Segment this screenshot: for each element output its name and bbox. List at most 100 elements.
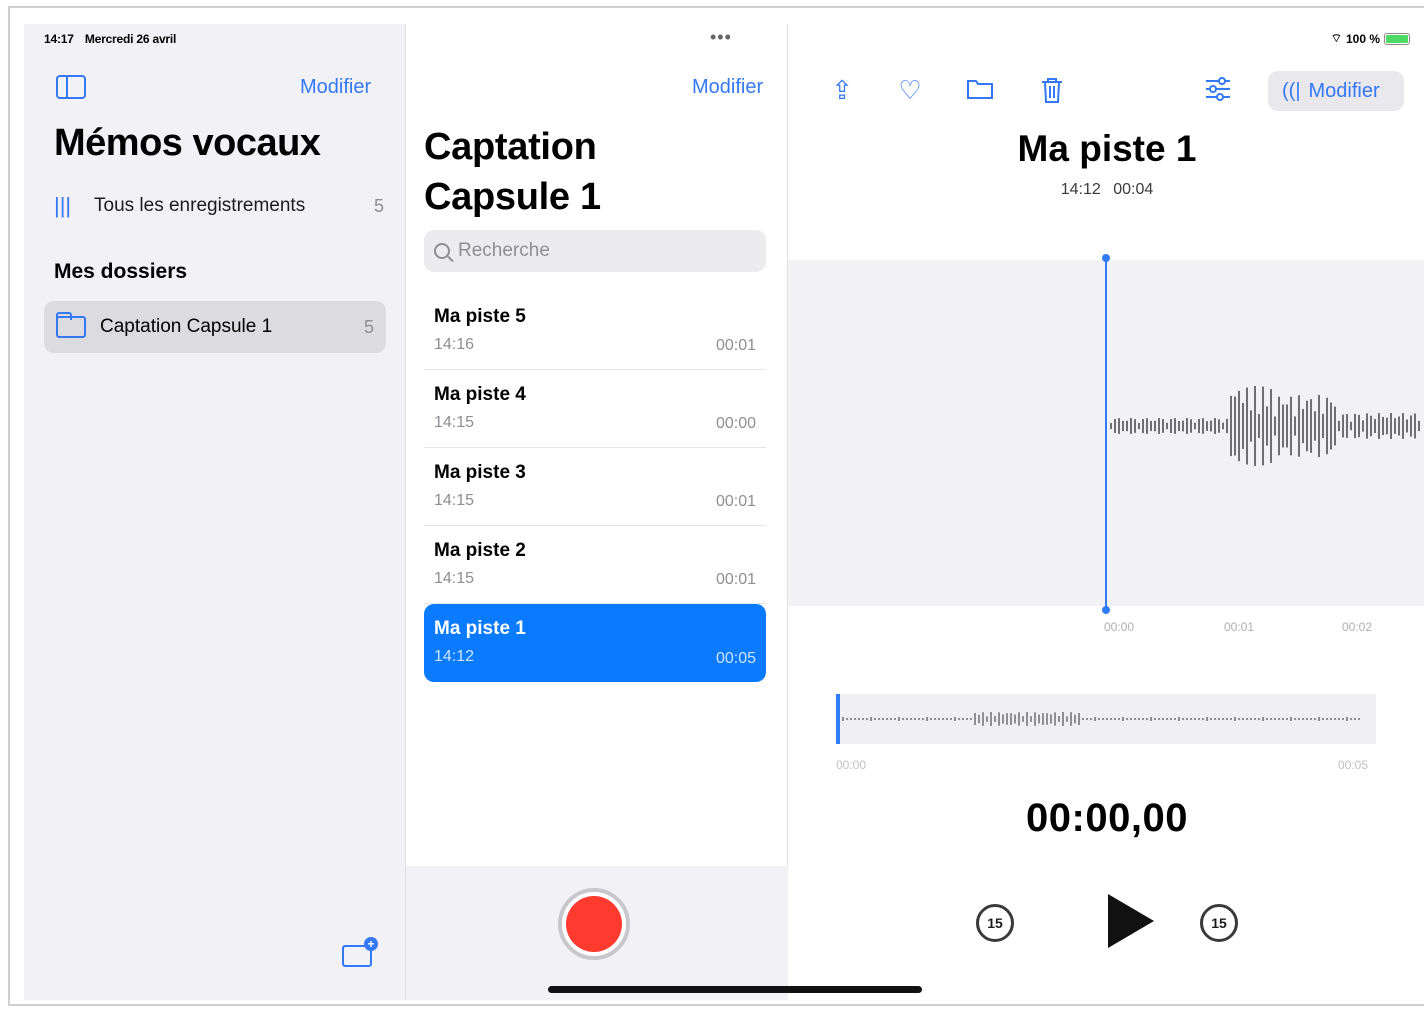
recording-name: Ma piste 5 [434,306,526,327]
overview-bar [986,716,988,722]
overview-bar [1202,718,1204,720]
overview-bar [1166,718,1168,720]
overview-bar [1094,717,1096,721]
record-button[interactable] [558,888,630,960]
overview-bar [862,718,864,720]
overview-bar [1286,718,1288,720]
overview-bar [1134,718,1136,720]
list-item-selected[interactable]: Ma piste 1 14:12 00:05 [424,604,766,682]
list-edit-button[interactable]: Modifier [692,76,763,99]
overview-bar [850,718,852,720]
search-input[interactable]: Recherche [424,230,766,272]
track-time: 14:12 [1060,181,1101,198]
waveform-bar [1174,418,1176,434]
overview-bar [1322,718,1324,720]
overview-bar [854,718,856,720]
new-folder-icon[interactable] [342,937,378,967]
sidebar-edit-button[interactable]: Modifier [300,76,371,99]
overview-bar [1266,718,1268,720]
overview-bar [870,717,872,721]
overview-bar [1102,718,1104,720]
playhead-top-handle [1102,254,1110,262]
overview-bar [1026,712,1028,726]
sidebar: Modifier Mémos vocaux ||| Tous les enreg… [24,24,406,1000]
overview-bar [906,718,908,720]
status-date: Mercredi 26 avril [84,32,177,46]
detail-edit-label: Modifier [1308,79,1380,102]
waveform-bar [1186,418,1188,434]
multitask-dots[interactable]: ••• [710,27,732,48]
home-indicator[interactable] [548,986,922,993]
settings-sliders-icon[interactable] [1204,76,1232,104]
skip-back-15-icon[interactable]: 15 [976,904,1014,942]
overview-bar [1250,718,1252,720]
overview-bar [842,717,844,721]
overview-bar [1162,718,1164,720]
waveform-bar [1406,419,1408,433]
overview-bar [1294,718,1296,720]
waveform-bar [1150,420,1152,432]
overview-bar [938,718,940,720]
overview-bar [1138,718,1140,720]
waveform-bar [1234,396,1236,456]
waveform-bar [1342,414,1344,438]
waveform-bar [1194,422,1196,430]
waveform-bar [1306,400,1308,452]
record-icon [566,896,622,952]
waveform-bar [1114,419,1116,433]
overview-bar [1106,718,1108,720]
overview-scrubber[interactable] [836,694,1376,744]
waveform-bar [1338,420,1340,432]
list-title: Captation Capsule 1 [424,122,601,222]
overview-bar [1258,718,1260,720]
overview-bar [1154,718,1156,720]
play-icon[interactable] [1108,894,1154,948]
sidebar-toggle-icon[interactable] [56,75,86,99]
skip-forward-15-icon[interactable]: 15 [1200,904,1238,942]
waveform-bar [1410,415,1412,437]
waveform-bar [1198,418,1200,434]
heart-icon[interactable]: ♡ [896,76,924,104]
list-item[interactable]: Ma piste 3 14:15 00:01 [424,448,766,526]
recording-time: 14:15 [434,414,475,431]
list-item[interactable]: Ma piste 2 14:15 00:01 [424,526,766,604]
device-frame: Modifier Mémos vocaux ||| Tous les enreg… [8,6,1424,1006]
waveform-bar [1142,419,1144,433]
playhead-bottom-handle [1102,606,1110,614]
overview-bar [1078,713,1080,725]
overview-bar [1014,714,1016,724]
trash-icon[interactable] [1038,76,1066,104]
all-recordings-row[interactable]: ||| Tous les enregistrements 5 [54,188,384,224]
overview-bar [1218,718,1220,720]
list-item[interactable]: Ma piste 5 14:16 00:01 [424,292,766,370]
waveform-bar [1414,413,1416,439]
overview-bar [894,718,896,720]
overview-bar [1146,718,1148,720]
overview-bar [878,718,880,720]
waveform-graph[interactable] [788,250,1424,620]
battery-icon [1384,32,1410,45]
sidebar-item-captation-capsule-1[interactable]: Captation Capsule 1 5 [44,301,386,353]
overview-bar [918,718,920,720]
waveform-bar [1162,419,1164,433]
overview-bar [1118,718,1120,720]
overview-bar [974,713,976,725]
overview-bar [1210,718,1212,720]
overview-bar [1334,718,1336,720]
folder-move-icon[interactable] [966,76,994,104]
overview-bar [1058,715,1060,723]
overview-bar [1190,718,1192,720]
list-item[interactable]: Ma piste 4 14:15 00:00 [424,370,766,448]
waveform-bar [1318,395,1320,457]
recording-duration: 00:01 [715,337,756,354]
overview-bar [950,718,952,720]
enhance-edit-button[interactable]: ((| Modifier [1268,71,1404,111]
overview-bar [1290,717,1292,721]
overview-bar [1082,718,1084,720]
share-icon[interactable]: ⇪ [828,76,856,104]
recording-time: 14:15 [434,492,475,509]
recording-time: 14:16 [434,336,475,353]
overview-bar [1342,718,1344,720]
waveform-bar [1138,422,1140,430]
overview-bar [922,718,924,720]
